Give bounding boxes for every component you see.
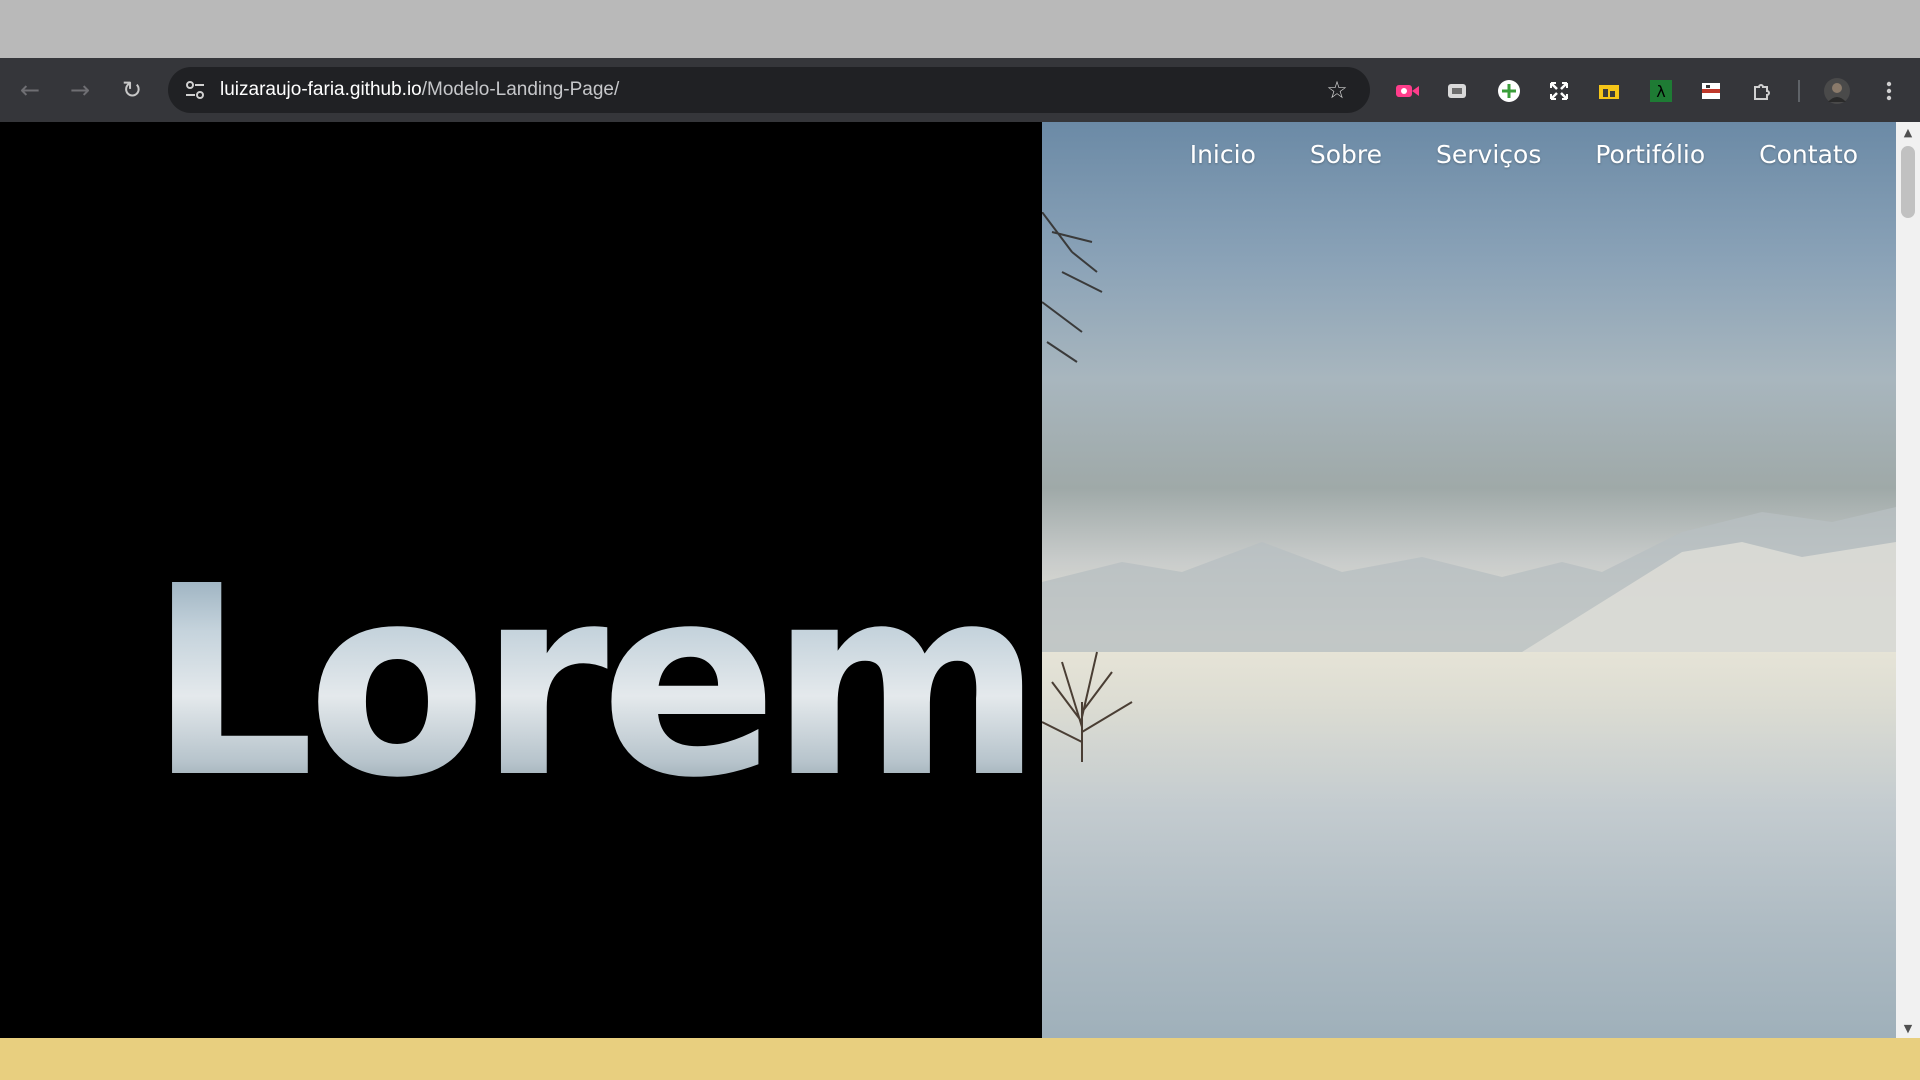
arrow-right-icon: →	[69, 76, 91, 104]
avatar-icon	[1824, 78, 1850, 104]
shield-extension-icon	[1448, 84, 1466, 98]
url-path: /Modelo-Landing-Page/	[421, 79, 620, 100]
expand-extension[interactable]	[1544, 76, 1574, 106]
profile-avatar[interactable]	[1822, 76, 1852, 106]
scrollbar-thumb[interactable]	[1901, 146, 1915, 218]
nav-link-portifolio[interactable]: Portifólio	[1595, 140, 1705, 169]
svg-text:λ: λ	[1656, 82, 1665, 101]
main-navigation: Inicio Sobre Serviços Portifólio Contato	[1190, 140, 1858, 169]
arrow-left-icon: ←	[19, 76, 41, 104]
browser-toolbar: ← → ↻ luizaraujo-faria.github.io/Modelo-…	[0, 58, 1920, 122]
nav-link-servicos[interactable]: Serviços	[1436, 140, 1541, 169]
hero-left-panel: Lorem	[0, 122, 1043, 1038]
reload-button[interactable]: ↻	[112, 70, 152, 110]
scroll-down-arrow-icon[interactable]: ▼	[1896, 1018, 1920, 1038]
forward-button[interactable]: →	[60, 70, 100, 110]
tune-icon	[186, 81, 204, 99]
back-button[interactable]: ←	[10, 70, 50, 110]
url-host: luizaraujo-faria.github.io	[220, 79, 422, 100]
browser-menu-button[interactable]	[1874, 76, 1904, 106]
bookmark-button[interactable]: ☆	[1322, 75, 1352, 105]
star-icon: ☆	[1326, 76, 1348, 104]
site-info-button[interactable]	[180, 75, 210, 105]
folder-extension[interactable]	[1594, 76, 1624, 106]
window-top-strip	[0, 0, 1920, 58]
screen-recorder-extension[interactable]	[1392, 76, 1422, 106]
nav-link-inicio[interactable]: Inicio	[1190, 140, 1256, 169]
url-text: luizaraujo-faria.github.io/Modelo-Landin…	[220, 79, 619, 101]
add-extension[interactable]	[1494, 76, 1524, 106]
hero-landscape-image: Inicio Sobre Serviços Portifólio Contato	[1042, 122, 1896, 1038]
reload-icon: ↻	[121, 76, 143, 104]
address-bar[interactable]: luizaraujo-faria.github.io/Modelo-Landin…	[168, 67, 1370, 113]
puzzle-icon	[1754, 84, 1770, 100]
screen-recorder-icon	[1396, 85, 1419, 97]
video-extension-icon	[1702, 83, 1720, 99]
more-vertical-icon	[1886, 81, 1892, 101]
lambda-extension[interactable]: λ	[1646, 76, 1676, 106]
nav-link-contato[interactable]: Contato	[1759, 140, 1858, 169]
nav-link-sobre[interactable]: Sobre	[1310, 140, 1382, 169]
tree-branches-graphic	[1042, 212, 1103, 363]
hero-title: Lorem	[148, 530, 1043, 835]
video-extension[interactable]	[1696, 76, 1726, 106]
page-viewport: Lorem Inicio Sobre Serviços Portifólio C…	[0, 122, 1896, 1038]
page-scrollbar[interactable]: ▲ ▼	[1896, 122, 1920, 1038]
mountains-graphic	[1042, 507, 1896, 652]
bush-graphic	[1042, 651, 1133, 762]
folder-extension-icon	[1599, 85, 1619, 99]
toolbar-divider	[1798, 80, 1800, 102]
shield-extension[interactable]	[1442, 76, 1472, 106]
extensions-menu-button[interactable]	[1748, 76, 1778, 106]
lambda-extension-icon: λ	[1650, 80, 1672, 102]
scroll-up-arrow-icon[interactable]: ▲	[1896, 122, 1920, 142]
bottom-strip	[0, 1038, 1920, 1080]
add-circle-icon	[1498, 80, 1520, 102]
expand-arrows-icon	[1550, 82, 1568, 100]
